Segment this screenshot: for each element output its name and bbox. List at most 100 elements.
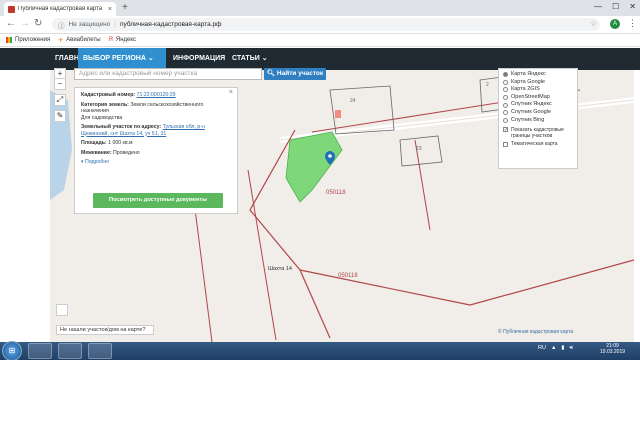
view-documents-button[interactable]: Посмотреть доступные документы	[93, 193, 223, 208]
layer-option[interactable]: OpenStreetMap	[503, 94, 573, 102]
radio-button[interactable]	[503, 79, 508, 85]
layer-option[interactable]: Спутник Bing	[503, 117, 573, 125]
cadastral-label: Кадастровый номер:	[81, 92, 136, 98]
chrome-taskbar-icon[interactable]	[28, 343, 52, 359]
forward-icon[interactable]: →	[20, 18, 30, 29]
village-label: Шахта 14	[268, 266, 292, 272]
radio-button[interactable]	[503, 95, 508, 101]
right-margin	[634, 70, 640, 342]
lot-label: 2	[486, 82, 489, 88]
layer-option[interactable]: Карта 2GIS	[503, 86, 573, 94]
find-plot-label: Найти участок	[276, 70, 324, 77]
checkbox-checked[interactable]: ✓	[503, 127, 508, 133]
radio-button[interactable]	[503, 110, 508, 116]
nav-articles[interactable]: СТАТЬИ ⌄	[227, 48, 273, 70]
fullscreen-icon[interactable]: ⤢	[54, 94, 66, 106]
thematic-label: Тематическая карта	[511, 141, 558, 148]
find-plot-button[interactable]: 🔍︎ Найти участок	[264, 68, 326, 80]
radio-button[interactable]	[503, 87, 508, 93]
radio-button[interactable]	[503, 117, 508, 123]
volume-icon[interactable]: 🔊︎	[569, 345, 572, 352]
layer-option[interactable]: Карта Яндекс	[503, 71, 573, 79]
survey-label: Межевание:	[81, 149, 112, 156]
survey-row: Межевание: Проведено	[81, 150, 231, 157]
layer-option-label: Спутник Google	[511, 108, 551, 115]
network-icon[interactable]: ▮	[561, 345, 564, 352]
close-icon[interactable]: ×	[229, 89, 233, 97]
category-label: Категория земель:	[81, 101, 129, 108]
nav-info[interactable]: ИНФОРМАЦИЯ	[168, 48, 230, 70]
system-tray: RU ▲ ▮ 🔊︎	[538, 345, 573, 352]
bookmark-yandex[interactable]: Я Яндекс	[109, 37, 137, 43]
address-label: Земельный участок по адресу:	[81, 124, 162, 130]
start-button[interactable]: ⊞	[2, 341, 22, 361]
explorer-taskbar-icon[interactable]	[58, 343, 82, 359]
not-secure-label: Не защищено	[68, 21, 111, 28]
browser-menu-icon[interactable]: ⋮	[628, 18, 637, 29]
bookmark-label: Приложения	[15, 37, 51, 43]
close-window-icon[interactable]: ✕	[629, 2, 636, 11]
area-row: Площадь: 1 000 кв.м	[81, 140, 231, 147]
bookmarks-bar: Приложения ✈ Авиабилеты Я Яндекс	[0, 34, 640, 47]
layer-option[interactable]: Спутник Google	[503, 109, 573, 117]
show-borders-option[interactable]: ✓ Показать кадастровые границы участков	[503, 127, 573, 139]
layers-toggle-button[interactable]	[56, 304, 68, 316]
layer-option-label: Карта 2GIS	[511, 86, 540, 93]
favicon-icon	[8, 5, 15, 13]
block-label-1: 050118	[326, 190, 346, 196]
layer-option-label: Карта Яндекс	[511, 71, 546, 77]
layer-option-label: Спутник Bing	[511, 116, 545, 123]
search-icon: 🔍︎	[266, 70, 276, 77]
minimize-icon[interactable]: —	[594, 2, 602, 11]
plane-icon: ✈	[58, 37, 64, 44]
url-text: публичная-кадастровая-карта.рф	[120, 21, 222, 28]
layer-option[interactable]: Карта Google	[503, 79, 573, 87]
bookmark-star-icon[interactable]: ☆	[590, 19, 597, 28]
lot-label: 23	[416, 146, 422, 152]
radio-button[interactable]	[503, 102, 508, 108]
cadastral-link[interactable]: 71:22:000120:29	[137, 92, 176, 98]
bookmark-flights[interactable]: ✈ Авиабилеты	[58, 37, 100, 44]
layer-option[interactable]: Спутник Яндекс	[503, 101, 573, 109]
usage-value: Для садоводства	[81, 114, 123, 121]
language-indicator[interactable]: RU	[538, 345, 546, 352]
yandex-icon: Я	[108, 37, 113, 43]
not-found-link[interactable]: Не нашли участок/дом на карте?	[56, 325, 154, 335]
details-toggle[interactable]: ▾ Подробно	[81, 159, 231, 166]
up-arrow-icon[interactable]: ▲	[551, 345, 556, 352]
blank-area	[0, 360, 640, 428]
apps-icon	[6, 37, 12, 43]
measure-icon[interactable]: ✎	[54, 110, 66, 122]
parcel-info-panel: × Кадастровый номер: 71:22:000120:29 Кат…	[74, 87, 238, 214]
new-tab-button[interactable]: +	[122, 3, 132, 13]
area-label: Площадь:	[81, 140, 107, 146]
lot-label: 24	[350, 98, 356, 104]
back-icon[interactable]: ←	[6, 18, 16, 29]
browser-tab[interactable]: Публичная кадастровая карта ×	[4, 2, 116, 16]
opera-taskbar-icon[interactable]	[88, 343, 112, 359]
bookmark-label: Авиабилеты	[66, 37, 101, 43]
zoom-out-button[interactable]: −	[54, 78, 66, 90]
area-value: 1 000 кв.м	[108, 140, 133, 146]
clock[interactable]: 21:09 19.03.2019	[600, 343, 625, 355]
left-margin	[0, 70, 50, 342]
info-icon[interactable]: ⓘ	[58, 20, 65, 30]
reload-icon[interactable]: ↻	[34, 18, 42, 29]
close-tab-icon[interactable]: ×	[108, 6, 112, 13]
nav-region[interactable]: ВЫБОР РЕГИОНА ⌄	[78, 48, 166, 70]
avatar[interactable]: A	[610, 19, 620, 29]
attribution[interactable]: © Публичная кадастровая карта	[498, 329, 573, 335]
thematic-option[interactable]: Тематическая карта	[503, 141, 573, 149]
clock-date: 19.03.2019	[600, 349, 626, 355]
layer-option-label: Карта Google	[511, 78, 545, 85]
window-controls: — ☐ ✕	[594, 2, 636, 11]
tab-title: Публичная кадастровая карта	[18, 6, 103, 12]
url-field[interactable]: ⓘ Не защищено | публичная-кадастровая-ка…	[52, 18, 600, 31]
maximize-icon[interactable]: ☐	[612, 2, 619, 11]
search-input[interactable]: Адрес или кадастровый номер участка	[74, 68, 262, 80]
checkbox[interactable]	[503, 142, 508, 148]
layer-switcher: Карта Яндекс Карта Google Карта 2GIS OpenSt…	[498, 68, 578, 169]
bookmark-apps[interactable]: Приложения	[6, 37, 50, 43]
radio-button[interactable]	[503, 72, 508, 78]
show-borders-label: Показать кадастровые границы участков	[511, 127, 564, 140]
